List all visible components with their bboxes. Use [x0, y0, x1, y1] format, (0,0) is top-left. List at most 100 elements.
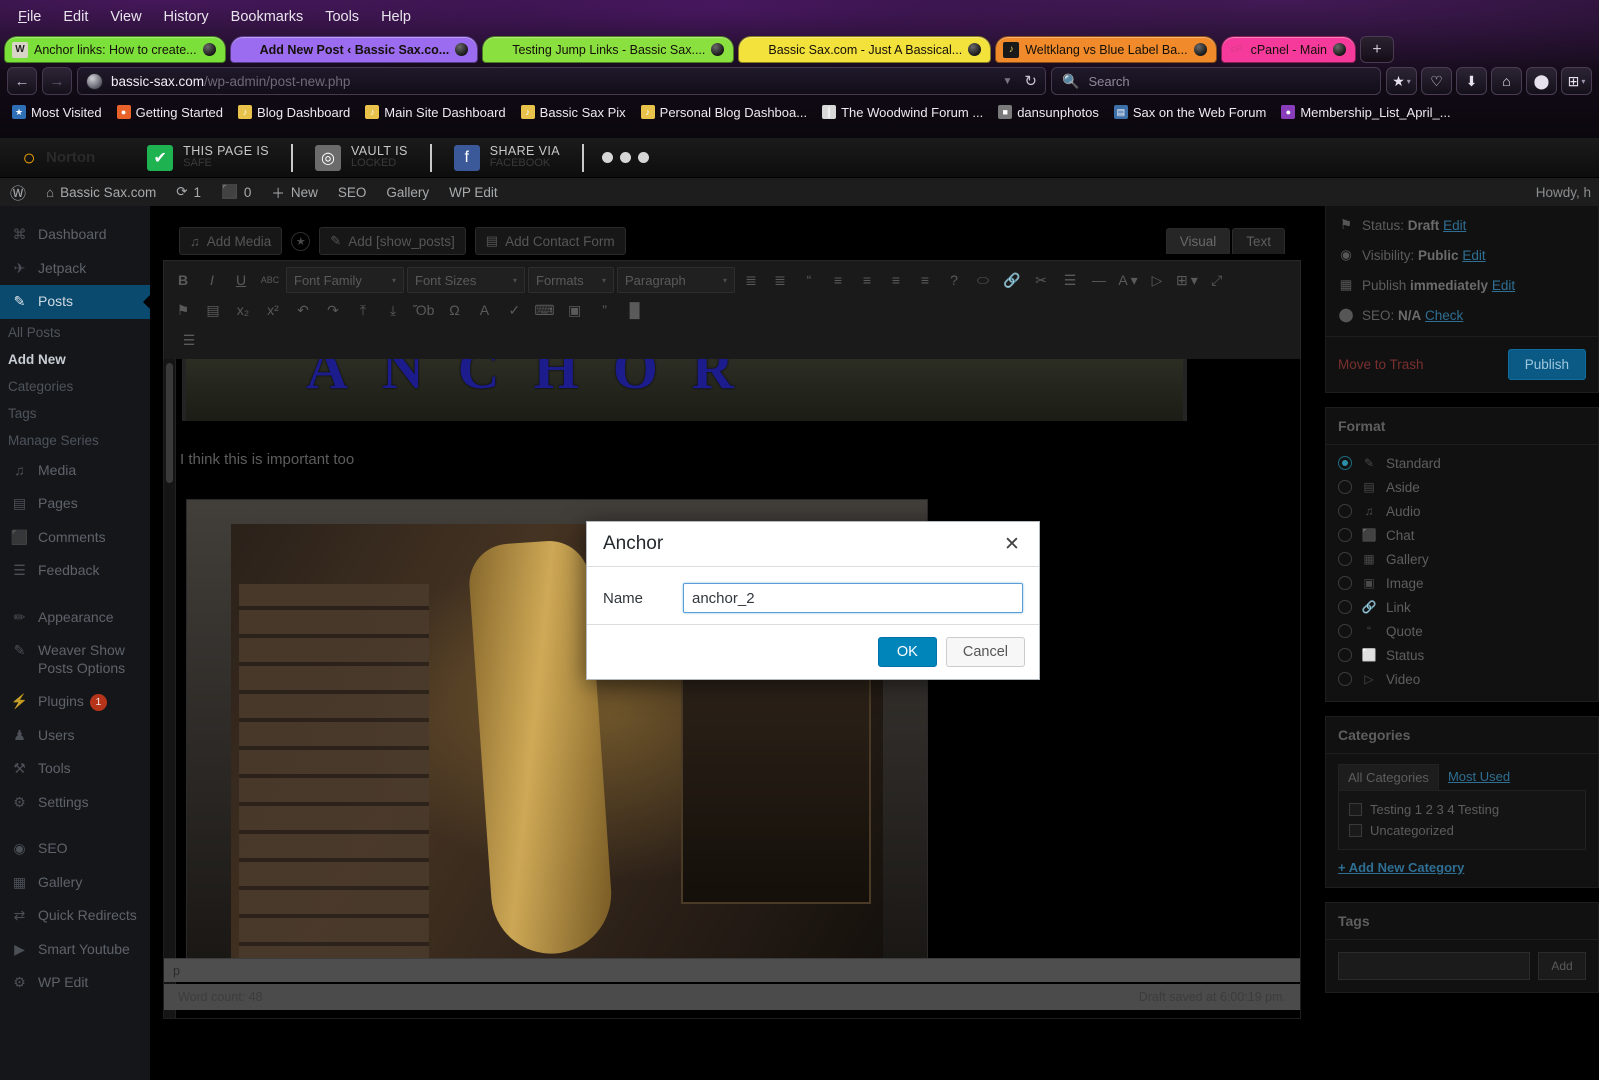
- help-icon[interactable]: ?: [941, 267, 967, 293]
- category-item-0[interactable]: Testing 1 2 3 4 Testing: [1349, 799, 1575, 820]
- keyboard-shortcuts-icon[interactable]: ⌨: [531, 297, 557, 323]
- bookmark-6[interactable]: ║The Woodwind Forum ...: [816, 103, 989, 122]
- kitchen-sink-icon[interactable]: ☰: [176, 327, 202, 353]
- browser-search-box[interactable]: 🔍 Search: [1051, 67, 1381, 95]
- menu-file[interactable]: File: [8, 5, 51, 29]
- format-option-aside[interactable]: ▤Aside: [1338, 475, 1586, 499]
- align-left-icon[interactable]: ≡: [825, 267, 851, 293]
- formats-select[interactable]: Formats▾: [528, 267, 614, 293]
- browser-tab-3[interactable]: Bassic Sax.com - Just A Bassical...: [738, 36, 991, 63]
- ok-button[interactable]: OK: [878, 637, 937, 667]
- redo-icon[interactable]: ↷: [320, 297, 346, 323]
- admin-bar-item-4[interactable]: SEO: [328, 178, 377, 206]
- chat-bubble-icon[interactable]: ⬤: [1526, 67, 1557, 95]
- add-show-posts-button[interactable]: ✎ Add [show_posts]: [319, 227, 465, 255]
- sidebar-item-weaver-show-posts-options[interactable]: ✎Weaver Show Posts Options: [0, 634, 150, 685]
- format-option-video[interactable]: ▷Video: [1338, 667, 1586, 691]
- bookmark-9[interactable]: ●Membership_List_April_...: [1275, 103, 1456, 122]
- menu-bookmarks[interactable]: Bookmarks: [221, 5, 314, 29]
- url-bar[interactable]: bassic-sax.com/wp-admin/post-new.php ▼ ↻: [77, 67, 1046, 95]
- sidebar-item-settings[interactable]: ⚙Settings: [0, 786, 150, 820]
- sidebar-item-dashboard[interactable]: ⌘Dashboard: [0, 218, 150, 252]
- subscript-icon[interactable]: x₂: [230, 297, 256, 323]
- font-family-select[interactable]: Font Family▾: [286, 267, 404, 293]
- admin-bar-item-6[interactable]: WP Edit: [439, 178, 508, 206]
- tags-input[interactable]: [1338, 952, 1530, 980]
- blockquote-icon[interactable]: “: [796, 267, 822, 293]
- format-option-standard[interactable]: ✎Standard: [1338, 451, 1586, 475]
- bookmark-1[interactable]: ●Getting Started: [111, 103, 229, 122]
- sidebar-item-comments[interactable]: ⬛Comments: [0, 521, 150, 555]
- format-option-gallery[interactable]: ▦Gallery: [1338, 547, 1586, 571]
- sidebar-subitem-manage-series[interactable]: Manage Series: [0, 427, 150, 454]
- bookmark-0[interactable]: ★Most Visited: [6, 103, 108, 122]
- format-radio-audio[interactable]: [1338, 504, 1352, 518]
- insert-image-icon[interactable]: ▣: [562, 297, 588, 323]
- more-dots-icon[interactable]: [602, 152, 649, 163]
- tab-visual[interactable]: Visual: [1166, 228, 1231, 254]
- sidebar-item-tools[interactable]: ⚒Tools: [0, 752, 150, 786]
- bookmark-8[interactable]: ▤Sax on the Web Forum: [1108, 103, 1272, 122]
- sidebar-item-gallery[interactable]: ▦Gallery: [0, 866, 150, 900]
- jetpack-circle-icon[interactable]: ★: [291, 232, 310, 251]
- browser-tab-4[interactable]: ♪Weltklang vs Blue Label Ba...: [995, 36, 1216, 63]
- tab-close-icon[interactable]: [1194, 43, 1207, 56]
- bookmark-star-icon[interactable]: ★▾: [1386, 67, 1417, 95]
- admin-bar-item-0[interactable]: ⌂Bassic Sax.com: [36, 178, 166, 206]
- sidebar-item-pages[interactable]: ▤Pages: [0, 487, 150, 521]
- menu-history[interactable]: History: [154, 5, 219, 29]
- add-new-category-link[interactable]: + Add New Category: [1326, 850, 1598, 887]
- unlink-icon[interactable]: ✂: [1028, 267, 1054, 293]
- publish-row-link-0[interactable]: Edit: [1443, 218, 1466, 233]
- sidebar-item-smart-youtube[interactable]: ▶Smart Youtube: [0, 933, 150, 967]
- extension-segment-0[interactable]: ✔THIS PAGE ISSAFE: [125, 145, 291, 171]
- stats-icon[interactable]: █: [622, 297, 648, 323]
- format-radio-video[interactable]: [1338, 672, 1352, 686]
- editor-path-element[interactable]: p: [173, 964, 180, 978]
- category-item-1[interactable]: Uncategorized: [1349, 820, 1575, 841]
- back-button[interactable]: ←: [7, 67, 37, 95]
- insert-link-icon[interactable]: 🔗: [999, 267, 1025, 293]
- new-tab-button[interactable]: +: [1360, 36, 1394, 63]
- menu-help[interactable]: Help: [371, 5, 421, 29]
- tab-close-icon[interactable]: [711, 43, 724, 56]
- editor-canvas[interactable]: ANCHOR I think this is important too p: [163, 359, 1301, 1019]
- align-center-icon[interactable]: ≡: [854, 267, 880, 293]
- publish-button[interactable]: Publish: [1508, 349, 1586, 380]
- wordpress-logo-icon[interactable]: Ⓦ: [0, 180, 36, 204]
- table-icon[interactable]: ⊞▾: [1173, 267, 1201, 293]
- format-radio-image[interactable]: [1338, 576, 1352, 590]
- sidebar-subitem-add-new[interactable]: Add New: [0, 346, 150, 373]
- format-radio-status[interactable]: [1338, 648, 1352, 662]
- publish-row-link-1[interactable]: Edit: [1462, 248, 1485, 263]
- format-option-audio[interactable]: ♫Audio: [1338, 499, 1586, 523]
- close-icon[interactable]: ✕: [1001, 533, 1023, 555]
- bookmark-5[interactable]: ♪Personal Blog Dashboa...: [635, 103, 813, 122]
- publish-row-link-3[interactable]: Check: [1425, 308, 1463, 323]
- tab-all-categories[interactable]: All Categories: [1338, 764, 1439, 790]
- text-color-icon[interactable]: A▾: [1115, 267, 1141, 293]
- insert-video-icon[interactable]: ▷: [1144, 267, 1170, 293]
- menu-tools[interactable]: Tools: [315, 5, 369, 29]
- add-media-button[interactable]: ♫ Add Media: [179, 227, 282, 255]
- reload-icon[interactable]: ↻: [1024, 72, 1037, 90]
- admin-bar-item-3[interactable]: ＋New: [261, 178, 328, 206]
- content-paragraph[interactable]: I think this is important too: [180, 451, 354, 468]
- sidebar-item-plugins[interactable]: ⚡Plugins1: [0, 685, 150, 719]
- outdent-icon[interactable]: ⤒: [350, 297, 376, 323]
- anchor-name-input[interactable]: anchor_2: [683, 583, 1023, 613]
- menu-view[interactable]: View: [100, 5, 151, 29]
- howdy-label[interactable]: Howdy, h: [1536, 185, 1599, 200]
- anchor-icon[interactable]: ⚑: [170, 297, 196, 323]
- add-contact-form-button[interactable]: ▤ Add Contact Form: [475, 227, 626, 255]
- format-radio-aside[interactable]: [1338, 480, 1352, 494]
- clipboard-icon[interactable]: Ὄb: [410, 297, 437, 323]
- tab-close-icon[interactable]: [1333, 43, 1346, 56]
- chevron-down-icon[interactable]: ▾: [1407, 77, 1411, 86]
- align-justify-icon[interactable]: ≡: [912, 267, 938, 293]
- format-radio-link[interactable]: [1338, 600, 1352, 614]
- sidebar-item-seo[interactable]: ◉SEO: [0, 832, 150, 866]
- admin-bar-item-1[interactable]: ⟳1: [166, 178, 211, 206]
- underline-icon[interactable]: U: [228, 267, 254, 293]
- tags-add-button[interactable]: Add: [1538, 952, 1586, 980]
